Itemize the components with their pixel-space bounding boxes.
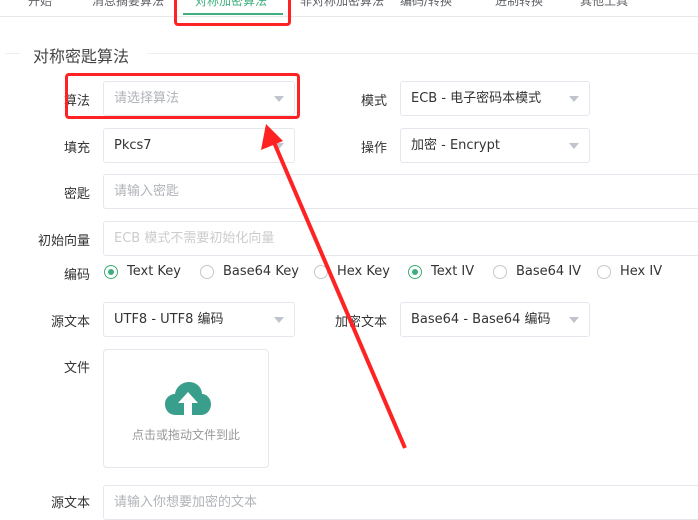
annotation-arrow-icon [261, 124, 407, 449]
